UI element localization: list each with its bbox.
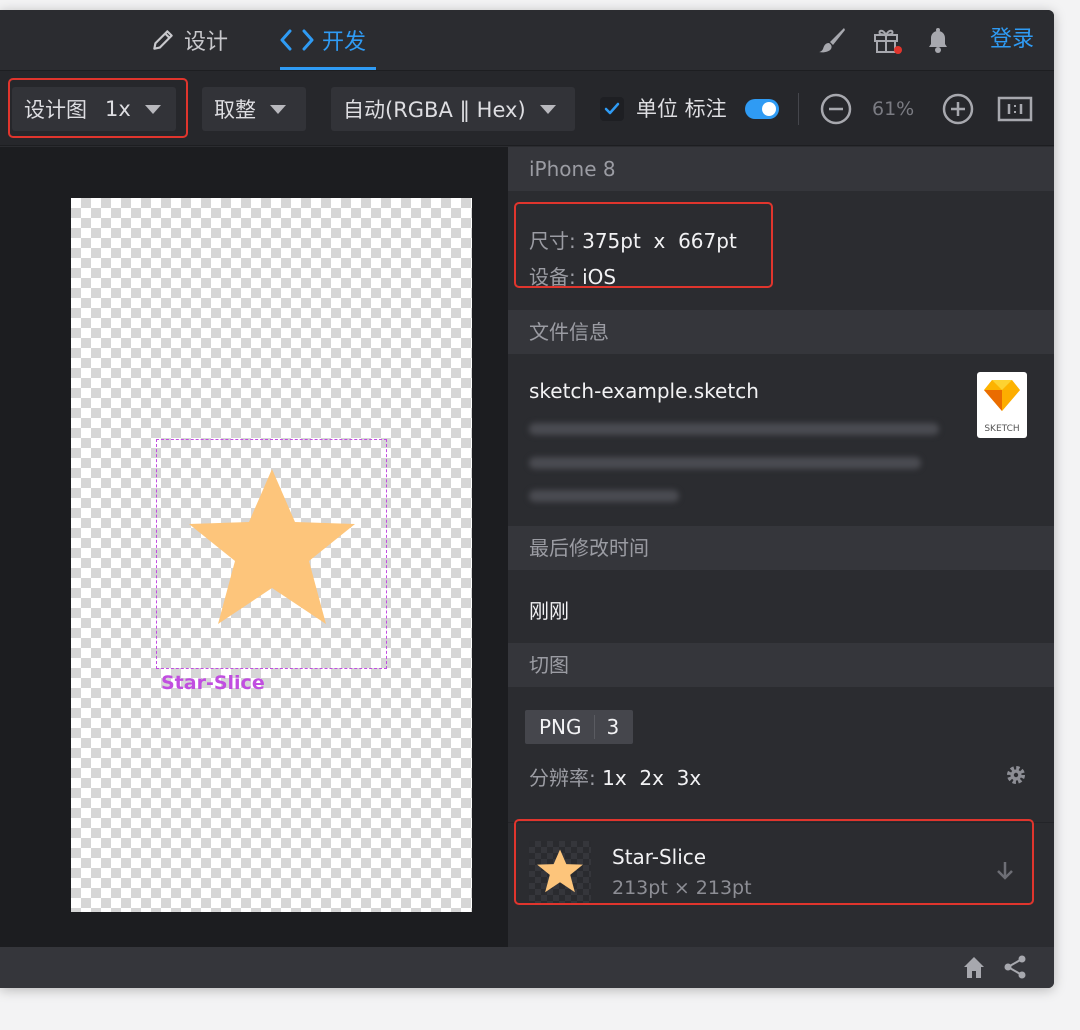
design-label: 设计图	[24, 98, 87, 122]
slices-header: 切图	[508, 643, 1054, 687]
tab-design[interactable]: 设计	[150, 10, 228, 70]
share-icon[interactable]	[1001, 953, 1029, 981]
actual-size-icon[interactable]	[996, 91, 1034, 127]
color-format-dropdown[interactable]: 自动(RGBA ‖ Hex)	[331, 87, 575, 131]
rounding-dropdown[interactable]: 取整	[202, 87, 306, 131]
artboard[interactable]: Star-Slice	[71, 198, 472, 912]
file-name[interactable]: sketch-example.sketch	[529, 379, 759, 403]
inspector-panel: iPhone 8 尺寸: 375pt x 667pt 设备: iOS 文件信息 …	[508, 147, 1054, 947]
tab-develop[interactable]: 开发	[280, 10, 376, 70]
zoom-level: 61%	[872, 98, 915, 120]
resolution-value: 1x 2x 3x	[602, 766, 702, 790]
zoom-out-icon[interactable]	[818, 91, 854, 127]
zoom-in-icon[interactable]	[940, 91, 976, 127]
section-divider	[508, 822, 1054, 823]
slice-asset-item[interactable]: Star-Slice 213pt × 213pt	[525, 837, 1035, 907]
last-modified-header: 最后修改时间	[508, 526, 1054, 570]
gear-icon[interactable]	[1005, 764, 1027, 786]
tab-develop-label: 开发	[322, 30, 367, 55]
slice-label: Star-Slice	[161, 672, 265, 694]
brush-icon[interactable]	[816, 24, 848, 56]
device-header: iPhone 8	[508, 147, 1054, 191]
asset-name: Star-Slice	[612, 845, 707, 869]
home-icon[interactable]	[960, 953, 988, 981]
unit-checkbox[interactable]	[600, 97, 624, 121]
sketch-file-icon: SKETCH	[977, 372, 1027, 438]
code-icon	[280, 29, 314, 51]
size-value: 375pt x 667pt	[582, 229, 737, 253]
file-icon-label: SKETCH	[984, 424, 1020, 434]
checkmark-icon	[604, 102, 620, 115]
format-label: PNG	[525, 715, 595, 739]
format-count: 3	[606, 715, 620, 739]
scale-value: 1x	[105, 97, 131, 121]
toolbar: 设计图 1x 取整 自动(RGBA ‖ Hex) 单位 标注 61%	[0, 70, 1054, 146]
chevron-down-icon	[144, 104, 161, 114]
resolution-row: 分辨率: 1x 2x 3x	[529, 762, 701, 791]
tab-design-label: 设计	[184, 30, 229, 55]
rounding-label: 取整	[214, 98, 256, 122]
unit-annotation-label: 单位 标注	[636, 97, 727, 121]
device-key: 设备:	[529, 265, 576, 289]
pencil-icon	[153, 30, 173, 50]
size-row: 尺寸: 375pt x 667pt	[529, 225, 737, 254]
file-path-blurred	[529, 457, 921, 469]
app-window: 设计 开发 登录 设计图 1x 取整 自动(RGBA ‖ Hex) 单位 标注 …	[0, 10, 1054, 988]
annotation-toggle[interactable]	[745, 99, 779, 119]
design-scale-dropdown[interactable]: 设计图 1x	[12, 87, 176, 131]
asset-thumbnail	[529, 841, 591, 903]
toggle-knob	[762, 102, 776, 116]
chevron-down-icon	[270, 104, 286, 114]
last-modified-value: 刚刚	[529, 599, 569, 623]
canvas-area[interactable]: Star-Slice	[0, 147, 508, 947]
size-key: 尺寸:	[529, 229, 576, 253]
format-chip[interactable]: PNG 3	[525, 710, 634, 744]
chevron-down-icon	[539, 104, 556, 114]
bell-icon[interactable]	[922, 24, 954, 56]
device-row: 设备: iOS	[529, 261, 616, 290]
device-value: iOS	[582, 265, 617, 289]
file-path-blurred	[529, 423, 939, 435]
footer-bar	[0, 947, 1054, 988]
resolution-key: 分辨率:	[529, 766, 596, 790]
asset-size: 213pt × 213pt	[612, 877, 752, 899]
file-info-header: 文件信息	[508, 310, 1054, 354]
star-shape[interactable]	[185, 464, 359, 630]
login-button[interactable]: 登录	[990, 10, 1034, 70]
top-bar: 设计 开发 登录	[0, 10, 1054, 70]
gift-icon[interactable]	[871, 24, 903, 56]
file-path-blurred	[529, 490, 679, 502]
download-icon[interactable]	[995, 859, 1015, 883]
color-format-label: 自动(RGBA ‖ Hex)	[343, 98, 526, 122]
toolbar-divider	[798, 93, 799, 125]
